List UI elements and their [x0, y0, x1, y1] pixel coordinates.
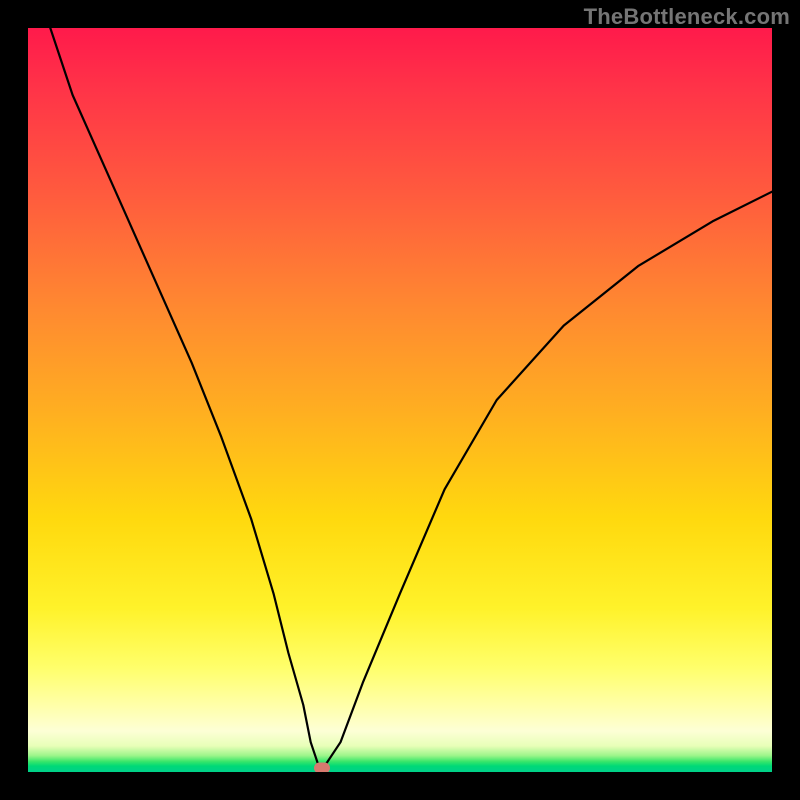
curve-layer	[28, 28, 772, 772]
bottleneck-curve	[50, 28, 772, 765]
chart-frame: TheBottleneck.com	[0, 0, 800, 800]
plot-area	[28, 28, 772, 772]
optimal-point-marker	[314, 763, 330, 772]
watermark-text: TheBottleneck.com	[584, 4, 790, 30]
